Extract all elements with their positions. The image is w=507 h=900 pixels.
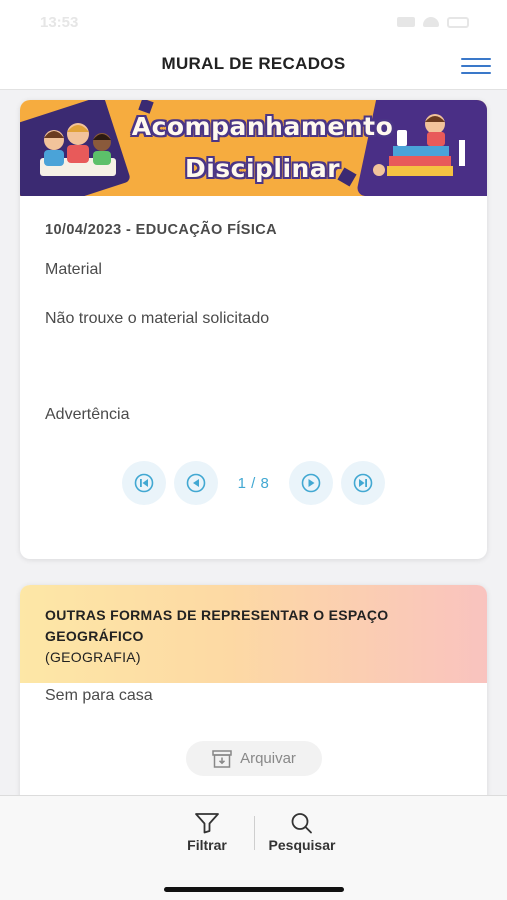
record-type: Advertência — [45, 406, 130, 423]
archive-icon — [212, 749, 232, 768]
page-indicator: 1 / 8 — [237, 474, 270, 492]
banner-title-line1: Acompanhamento — [131, 112, 394, 141]
homework-content: Sem para casa — [45, 687, 153, 704]
homework-header: OUTRAS FORMAS DE REPRESENTAR O ESPAÇO GE… — [20, 585, 487, 683]
homework-title: OUTRAS FORMAS DE REPRESENTAR O ESPAÇO GE… — [45, 607, 389, 644]
archive-button[interactable]: Arquivar — [186, 741, 322, 776]
discipline-banner: Acompanhamento Disciplinar — [20, 100, 487, 196]
signal-icon — [397, 17, 415, 27]
pager: 1 / 8 — [20, 460, 487, 506]
search-label: Pesquisar — [268, 837, 336, 853]
wifi-icon — [423, 17, 439, 27]
toolbar-divider — [254, 816, 255, 850]
filter-icon — [195, 813, 219, 834]
record-category: Material — [45, 261, 102, 278]
play-forward-icon — [302, 473, 321, 493]
record-description: Não trouxe o material solicitado — [45, 310, 270, 327]
status-icons — [397, 16, 469, 28]
home-indicator — [164, 887, 344, 892]
page-title: MURAL DE RECADOS — [161, 54, 346, 73]
status-time: 13:53 — [40, 13, 79, 31]
record-date-subject: 10/04/2023 - EDUCAÇÃO FÍSICA — [45, 222, 277, 238]
skip-forward-icon — [354, 473, 373, 493]
hamburger-menu-icon[interactable] — [461, 54, 491, 78]
filter-label: Filtrar — [187, 837, 227, 853]
bottom-toolbar: Filtrar Pesquisar — [0, 795, 507, 900]
last-page-button[interactable] — [341, 461, 386, 505]
search-icon — [291, 813, 312, 834]
archive-label: Arquivar — [240, 750, 296, 767]
skip-back-icon — [134, 473, 153, 493]
discipline-card: Acompanhamento Disciplinar 10/04/2023 - … — [20, 100, 487, 559]
homework-card: OUTRAS FORMAS DE REPRESENTAR O ESPAÇO GE… — [20, 585, 487, 815]
previous-page-button[interactable] — [173, 461, 218, 505]
homework-subject: (GEOGRAFIA) — [45, 649, 141, 665]
search-button[interactable]: Pesquisar — [262, 812, 342, 853]
status-bar: 13:53 — [0, 0, 507, 44]
battery-icon — [447, 16, 469, 28]
next-page-button[interactable] — [289, 461, 334, 505]
filter-button[interactable]: Filtrar — [182, 812, 232, 853]
play-back-icon — [186, 473, 205, 493]
first-page-button[interactable] — [121, 461, 166, 505]
app-header: MURAL DE RECADOS — [0, 44, 507, 90]
banner-title-line2: Disciplinar — [184, 154, 341, 183]
